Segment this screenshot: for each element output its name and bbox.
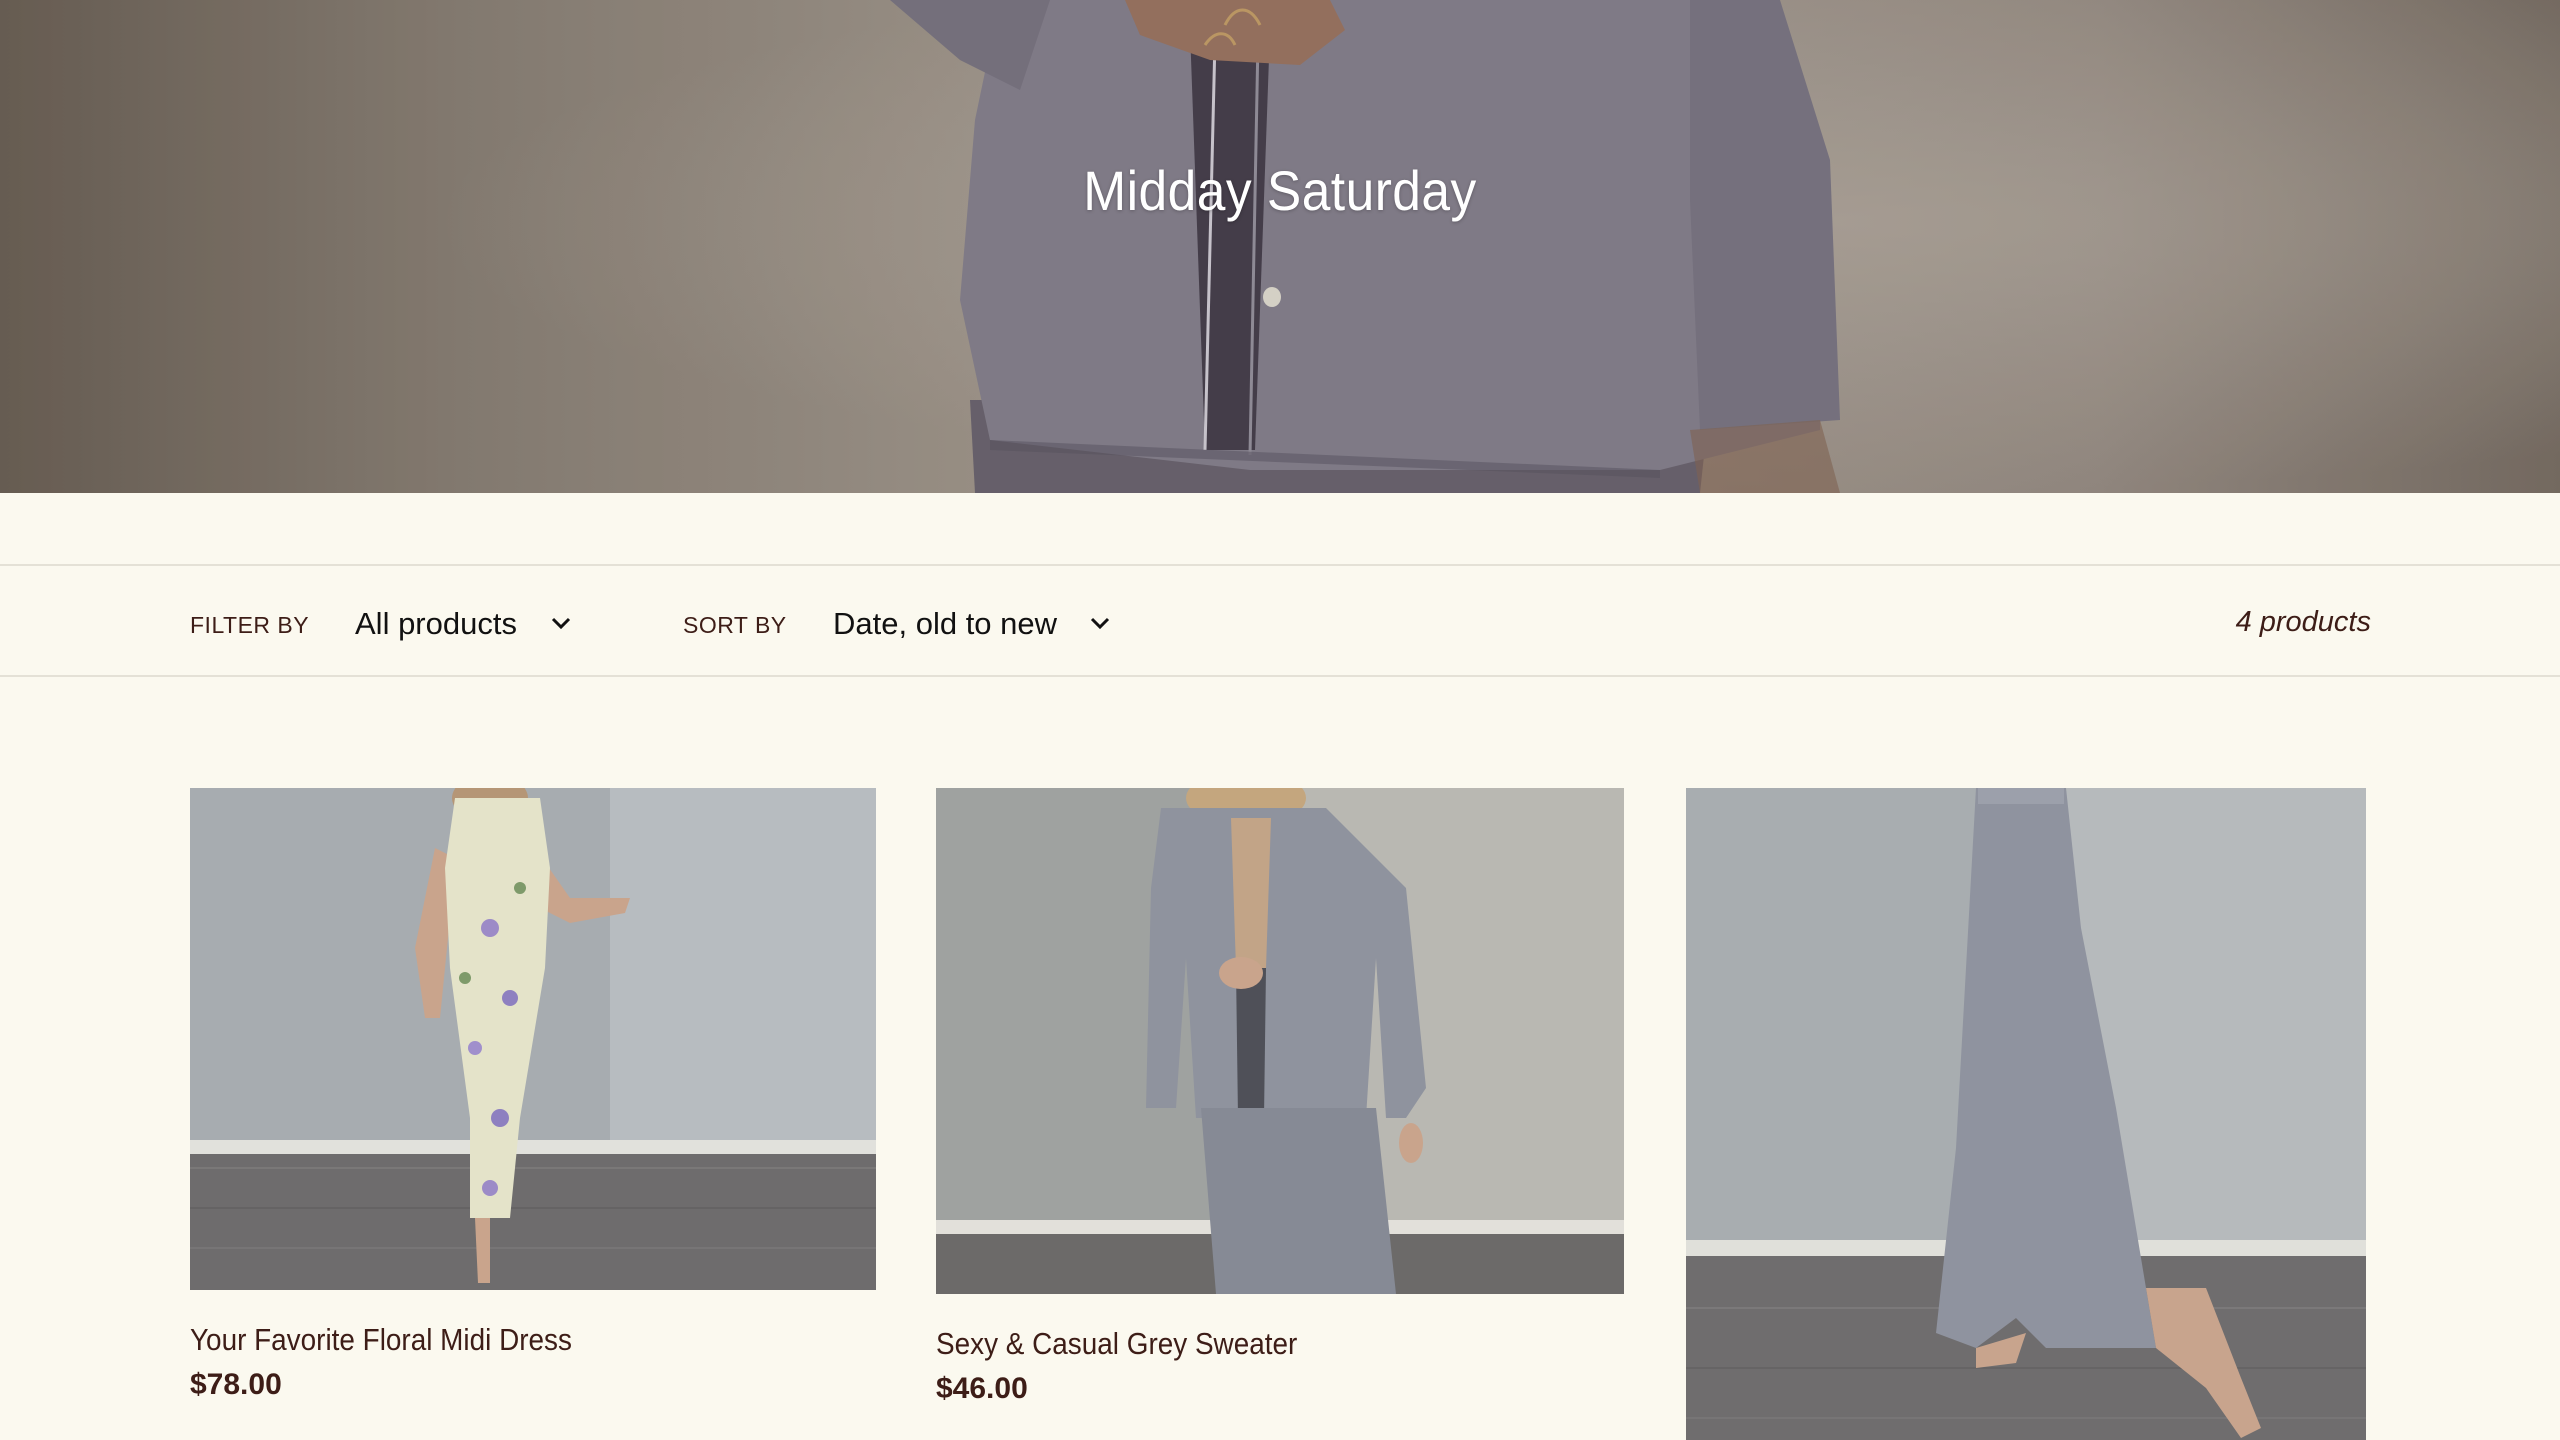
filter-sort-bar: FILTER BY All products SORT BY Date, old…: [0, 564, 2560, 677]
product-card[interactable]: Sexy & Casual Grey Sweater $46.00: [936, 788, 1624, 1413]
product-image[interactable]: [936, 788, 1624, 1294]
product-price: $78.00: [190, 1368, 282, 1401]
collection-hero-banner: Midday Saturday: [0, 0, 2560, 493]
sort-select[interactable]: Date, old to new: [833, 602, 1057, 646]
filter-selected-value: All products: [355, 606, 517, 641]
product-card[interactable]: [1686, 788, 2366, 1440]
filter-chevron-down-icon[interactable]: [550, 616, 572, 630]
product-price: $46.00: [936, 1372, 1028, 1405]
product-card[interactable]: Your Favorite Floral Midi Dress $78.00: [190, 788, 876, 1408]
product-title[interactable]: Sexy & Casual Grey Sweater: [936, 1326, 1297, 1362]
filter-select[interactable]: All products: [355, 602, 517, 646]
hero-photo: [0, 0, 2560, 493]
product-image[interactable]: [190, 788, 876, 1290]
collection-title: Midday Saturday: [1083, 159, 1477, 222]
sort-by-label: SORT BY: [683, 612, 787, 638]
product-count: 4 products: [2235, 606, 2371, 638]
filter-by-label: FILTER BY: [190, 612, 310, 638]
sort-selected-value: Date, old to new: [833, 606, 1058, 641]
product-image[interactable]: [1686, 788, 2366, 1440]
product-title[interactable]: Your Favorite Floral Midi Dress: [190, 1322, 572, 1358]
sort-chevron-down-icon[interactable]: [1089, 616, 1111, 630]
